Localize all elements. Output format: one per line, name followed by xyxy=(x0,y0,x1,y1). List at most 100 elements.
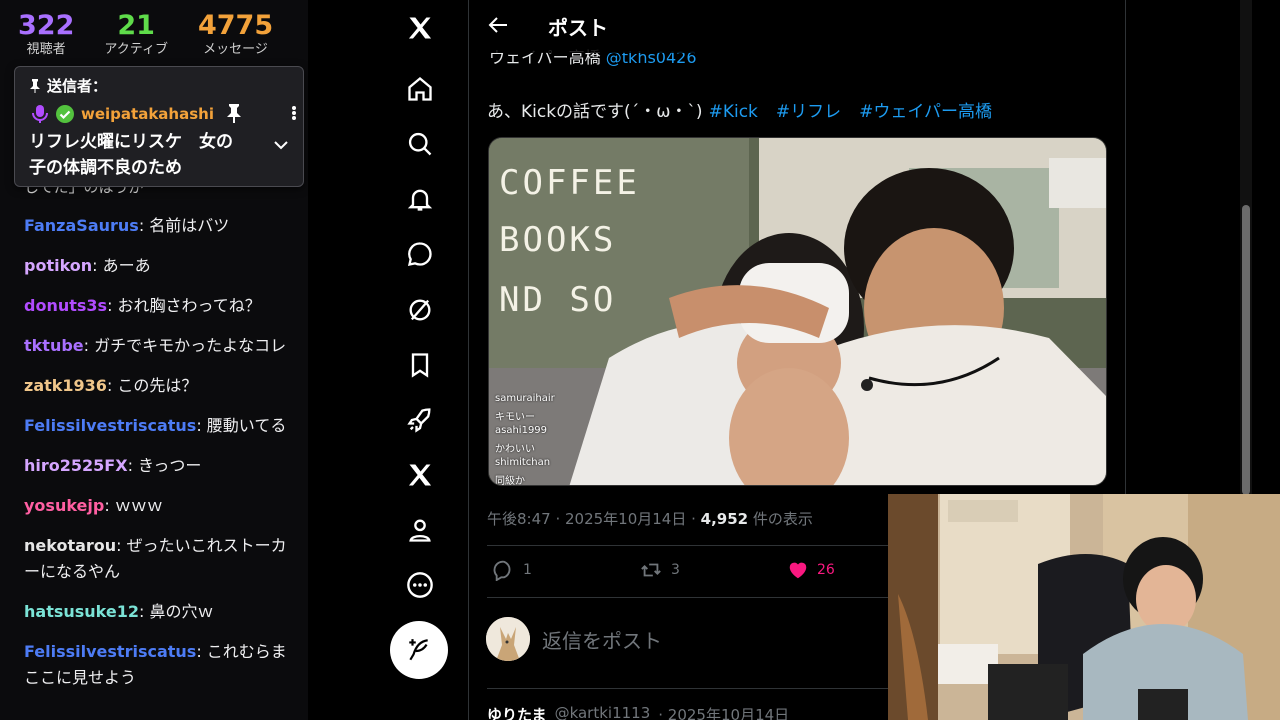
x-sidebar xyxy=(380,0,468,720)
hashtag-link[interactable]: #リフレ xyxy=(776,102,841,122)
chat-text: この先は？ xyxy=(117,376,198,395)
chat-text: きっつー xyxy=(138,456,202,475)
media-sign-text: ND SO xyxy=(499,280,617,320)
chat-messages: FanzaSaurus: 名前はバツ potikon: あーあ donuts3s… xyxy=(24,213,294,705)
chat-username[interactable]: Felissilvestriscatus xyxy=(24,416,196,435)
chat-username[interactable]: tktube xyxy=(24,336,84,355)
viewer-count-value: 322 xyxy=(18,10,75,41)
viewer-count: 322 視聴者 xyxy=(18,10,74,58)
reply-button[interactable]: 1 xyxy=(493,559,532,581)
chat-text: 鼻の穴ｗ xyxy=(149,602,214,621)
chat-username[interactable]: yosukejp xyxy=(24,496,104,515)
chat-text: おれ胸さわってね？ xyxy=(117,296,261,315)
next-post-author[interactable]: ゆりたま xyxy=(487,704,547,720)
chat-username[interactable]: zatk1936 xyxy=(24,376,107,395)
chat-text: ｗｗｗ xyxy=(114,496,163,515)
chat-message: hatsusuke12: 鼻の穴ｗ xyxy=(24,602,214,621)
premium-x-icon[interactable] xyxy=(405,460,435,490)
view-count-label: 件の表示 xyxy=(752,510,813,528)
chat-message: nekotarou: ぜったいこれストーカーになるやん xyxy=(24,536,287,581)
chat-username[interactable]: hiro2525FX xyxy=(24,456,128,475)
repost-icon xyxy=(641,563,661,577)
chat-username[interactable]: hatsusuke12 xyxy=(24,602,139,621)
hashtag-link[interactable]: #Kick xyxy=(709,102,758,122)
webcam-overlay xyxy=(888,494,1280,720)
bookmarks-icon[interactable] xyxy=(405,350,435,380)
messages-icon[interactable] xyxy=(405,239,435,269)
media-chat-caption: 同級か xyxy=(495,476,525,486)
active-count-label: アクティブ xyxy=(104,42,168,57)
profile-icon[interactable] xyxy=(405,515,435,545)
compose-post-button[interactable] xyxy=(390,621,448,679)
chat-panel: 322 視聴者 21 アクティブ 4775 メッセージ してた」のはうが 送信者… xyxy=(0,0,308,720)
like-count: 26 xyxy=(817,562,835,578)
media-chat-caption: キモいー xyxy=(495,412,535,423)
reply-count: 1 xyxy=(523,562,532,578)
reply-input-placeholder[interactable]: 返信をポスト xyxy=(542,625,662,654)
more-vertical-icon[interactable] xyxy=(285,103,303,123)
post-meta: 午後8:47 · 2025年10月14日 · 4,952 件の表示 xyxy=(487,508,813,529)
chevron-down-icon[interactable] xyxy=(271,137,291,153)
chat-username[interactable]: potikon xyxy=(24,256,92,275)
view-count: 4,952 xyxy=(700,510,749,528)
x-logo-icon[interactable] xyxy=(405,13,435,43)
chat-message: zatk1936: この先は？ xyxy=(24,376,198,395)
post-media-image[interactable]: COFFEE BOOKS ND SO samuraihair キモいー asah… xyxy=(488,137,1107,486)
media-chat-caption: shimitchan xyxy=(495,457,551,468)
more-circle-icon[interactable] xyxy=(405,570,435,600)
hashtag-link[interactable]: #ウェイパー高橋 xyxy=(859,102,992,122)
chat-message: potikon: あーあ xyxy=(24,256,151,275)
back-arrow-icon[interactable] xyxy=(487,14,509,36)
active-count: 21 アクティブ xyxy=(104,10,168,58)
pinned-header-label: 送信者： xyxy=(47,77,108,95)
page-title: ポスト xyxy=(548,16,608,40)
microphone-badge-icon xyxy=(32,105,48,123)
chat-text: あーあ xyxy=(102,256,151,275)
webcam-illustration xyxy=(888,494,1280,720)
scrollbar-thumb[interactable] xyxy=(1242,205,1250,495)
next-post-date: · 2025年10月14日 xyxy=(658,706,790,720)
home-icon[interactable] xyxy=(405,74,435,104)
chat-message: FanzaSaurus: 名前はバツ xyxy=(24,216,230,235)
like-button[interactable]: 26 xyxy=(787,559,835,581)
chat-text: 腰動いてる xyxy=(206,416,287,435)
pin-small-icon xyxy=(30,78,40,93)
stream-stats: 322 視聴者 21 アクティブ 4775 メッセージ xyxy=(18,10,273,58)
pinned-username[interactable]: weipatakahashi xyxy=(81,105,214,123)
media-chat-caption: asahi1999 xyxy=(495,425,548,436)
reply-composer[interactable]: 返信をポスト xyxy=(486,617,662,661)
post-text: あ、Kickの話です(´・ω・`) xyxy=(487,102,703,122)
verified-badge-icon xyxy=(56,105,74,123)
pinned-user[interactable]: weipatakahashi xyxy=(31,104,214,124)
media-sign-text: COFFEE xyxy=(499,163,640,203)
heart-filled-icon xyxy=(789,562,807,579)
post-body: あ、Kickの話です(´・ω・`) #Kick #リフレ #ウェイパー高橋 xyxy=(487,97,992,122)
chat-username[interactable]: FanzaSaurus xyxy=(24,216,139,235)
chat-username[interactable]: Felissilvestriscatus xyxy=(24,642,196,661)
repost-button[interactable]: 3 xyxy=(639,559,680,581)
post-header: ポスト xyxy=(469,0,1125,53)
chat-username[interactable]: donuts3s xyxy=(24,296,107,315)
reply-icon xyxy=(493,560,511,581)
media-chat-caption: かわいい xyxy=(495,444,535,455)
chat-message: Felissilvestriscatus: これむらまここに見せよう xyxy=(24,642,287,687)
pinned-message[interactable]: 送信者： weipatakahashi リフレ火曜にリスケ 女の子の体調不良のた… xyxy=(14,66,304,187)
notifications-bell-icon[interactable] xyxy=(405,184,435,214)
message-count-value: 4775 xyxy=(197,10,274,41)
repost-count: 3 xyxy=(671,562,680,578)
chat-message: tktube: ガチでキモかったよなコレ xyxy=(24,336,287,355)
search-icon[interactable] xyxy=(405,129,435,159)
pin-icon[interactable] xyxy=(225,103,243,123)
active-count-value: 21 xyxy=(117,10,155,41)
next-post-handle[interactable]: @kartki1113 xyxy=(555,704,651,720)
viewer-count-label: 視聴者 xyxy=(26,42,66,57)
chat-username[interactable]: nekotarou xyxy=(24,536,116,555)
grok-icon[interactable] xyxy=(405,295,435,325)
post-timestamp[interactable]: 午後8:47 · 2025年10月14日 · xyxy=(487,510,696,528)
chat-message: yosukejp: ｗｗｗ xyxy=(24,496,163,515)
chat-text: ガチでキモかったよなコレ xyxy=(94,336,287,355)
rocket-icon[interactable] xyxy=(405,405,435,435)
next-reply-post[interactable]: ゆりたま @kartki1113 · 2025年10月14日 xyxy=(487,704,789,720)
user-avatar[interactable] xyxy=(486,617,530,661)
chat-message: donuts3s: おれ胸さわってね？ xyxy=(24,296,261,315)
